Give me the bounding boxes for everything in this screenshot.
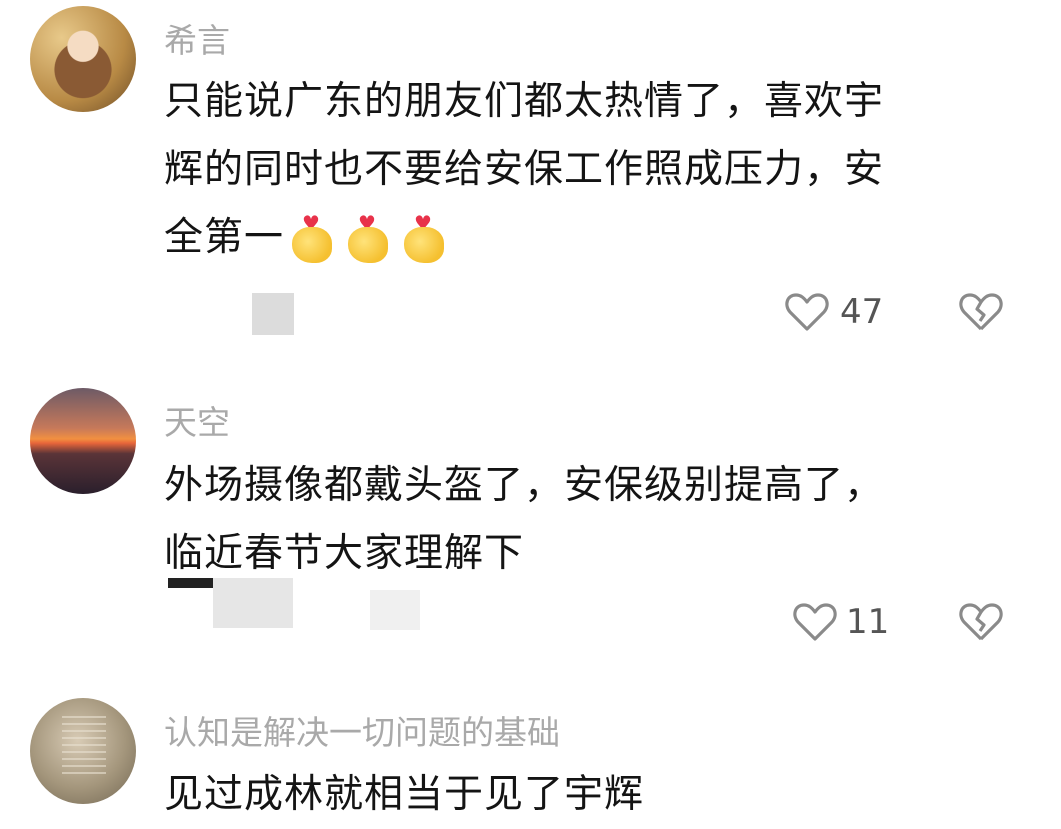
comment-text: 见过成林就相当于见了宇辉 <box>164 761 994 829</box>
broken-heart-icon[interactable] <box>958 599 1004 645</box>
comment-text-segment: 全第一 <box>164 215 285 260</box>
finger-heart-emoji: ♥ <box>290 213 334 263</box>
finger-heart-emoji: ♥ <box>402 213 446 263</box>
comment-text-line-last: 全第一 ♥ ♥ ♥ <box>164 204 994 272</box>
like-count: 11 <box>846 602 890 642</box>
comment-text: 外场摄像都戴头盔了，安保级别提高了， 临近春节大家理解下 <box>164 452 994 588</box>
heart-outline-icon[interactable] <box>784 289 830 335</box>
user-avatar[interactable] <box>30 698 136 804</box>
comment-text-line: 外场摄像都戴头盔了，安保级别提高了， <box>164 463 885 508</box>
comment-text-line: 见过成林就相当于见了宇辉 <box>164 772 645 817</box>
comment-username[interactable]: 天空 <box>164 396 230 444</box>
comment-username[interactable]: 希言 <box>164 14 230 62</box>
finger-heart-emoji: ♥ <box>346 213 390 263</box>
comment-actions: 47 <box>0 283 1061 343</box>
broken-heart-icon[interactable] <box>958 289 1004 335</box>
like-count: 47 <box>840 292 884 332</box>
comment-username[interactable]: 认知是解决一切问题的基础 <box>164 706 560 754</box>
comment-actions: 11 <box>0 594 1061 654</box>
comment-text-line: 辉的同时也不要给安保工作照成压力，安 <box>164 147 885 192</box>
user-avatar[interactable] <box>30 6 136 112</box>
heart-outline-icon[interactable] <box>792 599 838 645</box>
redacted-block <box>168 578 213 588</box>
comment-text: 只能说广东的朋友们都太热情了，喜欢宇 辉的同时也不要给安保工作照成压力，安 全第… <box>164 68 994 272</box>
user-avatar[interactable] <box>30 388 136 494</box>
comment-text-line: 只能说广东的朋友们都太热情了，喜欢宇 <box>164 79 885 124</box>
